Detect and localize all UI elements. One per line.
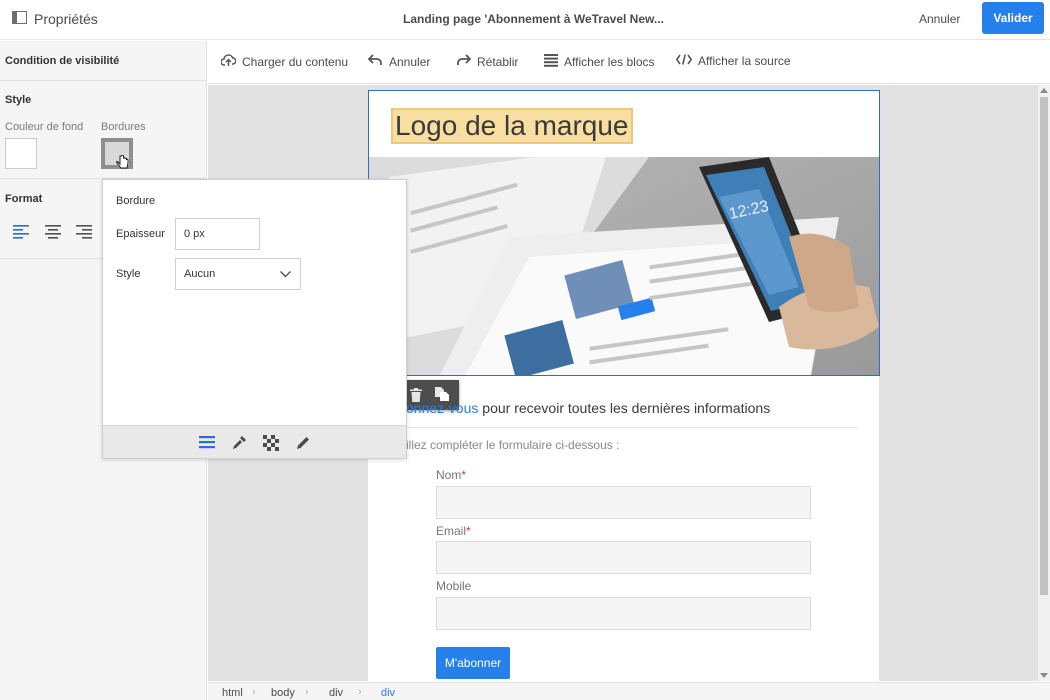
divider [0, 80, 207, 81]
properties-title-label: Propriétés [34, 11, 98, 27]
email-preview: Logo de la marque 12:23 onnez-vous pour … [368, 90, 880, 681]
email-field-label: Email* [436, 524, 471, 538]
name-field[interactable] [436, 486, 811, 519]
chevron-right-icon: › [358, 686, 362, 698]
mobile-field[interactable] [436, 597, 811, 630]
checkerboard-icon[interactable] [263, 435, 279, 451]
show-blocks-label: Afficher les blocs [564, 55, 655, 69]
lines-icon[interactable] [199, 435, 215, 451]
top-bar: Propriétés Landing page 'Abonnement à We… [0, 0, 1050, 40]
scroll-down-icon[interactable] [1040, 673, 1048, 679]
visibility-condition-heading[interactable]: Condition de visibilité [5, 55, 119, 67]
form-instruction: illez compléter le formulaire ci-dessous… [406, 438, 620, 452]
eyedropper-icon[interactable] [231, 435, 247, 451]
chevron-right-icon: › [305, 686, 309, 698]
redo-icon [456, 54, 472, 69]
cancel-button[interactable]: Annuler [919, 12, 960, 26]
scroll-up-icon[interactable] [1040, 87, 1048, 93]
hero-image: 12:23 [369, 157, 879, 375]
show-source-label: Afficher la source [698, 54, 791, 68]
content-divider [406, 427, 858, 428]
redo-button[interactable]: Rétablir [456, 54, 518, 69]
redo-label: Rétablir [477, 54, 519, 69]
vertical-scrollbar[interactable] [1038, 85, 1050, 681]
editor-toolbar: Charger du contenu Annuler Rétablir Affi… [208, 41, 1050, 84]
border-style-value: Aucun [184, 268, 216, 280]
subscribe-button[interactable]: M'abonner [436, 647, 510, 679]
mobile-field-label: Mobile [436, 579, 472, 593]
undo-label: Annuler [389, 54, 431, 69]
brand-logo-placeholder[interactable]: Logo de la marque [391, 108, 633, 144]
style-label: Style [116, 268, 141, 280]
cloud-upload-icon [220, 54, 237, 69]
align-left-icon[interactable] [13, 225, 29, 239]
chevron-right-icon: › [252, 686, 256, 698]
pencil-icon[interactable] [295, 435, 311, 451]
popover-title: Bordure [116, 195, 156, 207]
style-heading: Style [5, 94, 32, 106]
breadcrumb-item[interactable]: html [222, 687, 243, 699]
validate-button[interactable]: Valider [982, 2, 1044, 34]
properties-title: Propriétés [12, 11, 98, 27]
scroll-thumb[interactable] [1040, 97, 1048, 595]
align-center-icon[interactable] [45, 225, 61, 239]
name-field-label: Nom* [436, 468, 467, 482]
breadcrumb-item-current[interactable]: div [381, 687, 395, 699]
blocks-icon [544, 54, 558, 70]
upload-content-label: Charger du contenu [242, 54, 349, 69]
borders-label: Bordures [101, 121, 146, 133]
show-blocks-button[interactable]: Afficher les blocs [544, 54, 655, 70]
format-heading: Format [5, 193, 43, 205]
document-title: Landing page 'Abonnement à WeTravel New.… [403, 12, 664, 26]
email-field[interactable] [436, 541, 811, 574]
bg-color-label: Couleur de fond [5, 121, 84, 133]
element-breadcrumb: html › body › div › div [208, 682, 1050, 700]
thickness-input[interactable] [175, 218, 260, 250]
undo-icon [367, 54, 383, 69]
selected-header-block[interactable]: Logo de la marque 12:23 [368, 90, 880, 376]
thickness-label: Epaisseur [116, 228, 165, 240]
hand-cursor-icon [116, 154, 130, 174]
headline-text: pour recevoir toutes les dernières infor… [478, 400, 771, 416]
headline: onnez-vous pour recevoir toutes les dern… [406, 400, 770, 416]
breadcrumb-item[interactable]: div [329, 687, 343, 699]
upload-content-button[interactable]: Charger du contenu [220, 54, 349, 69]
border-style-select[interactable]: Aucun [175, 258, 301, 290]
show-source-button[interactable]: Afficher la source [675, 54, 791, 68]
headline-link[interactable]: onnez-vous [406, 400, 478, 416]
bg-color-swatch[interactable] [5, 138, 37, 169]
popover-footer [103, 425, 406, 458]
border-popover: Bordure Epaisseur Style Aucun [102, 179, 407, 459]
chevron-down-icon [280, 271, 291, 278]
panel-toggle-icon[interactable] [12, 11, 27, 27]
undo-button[interactable]: Annuler [367, 54, 431, 69]
breadcrumb-item[interactable]: body [271, 687, 295, 699]
code-icon [675, 54, 693, 68]
align-right-icon[interactable] [76, 225, 92, 239]
